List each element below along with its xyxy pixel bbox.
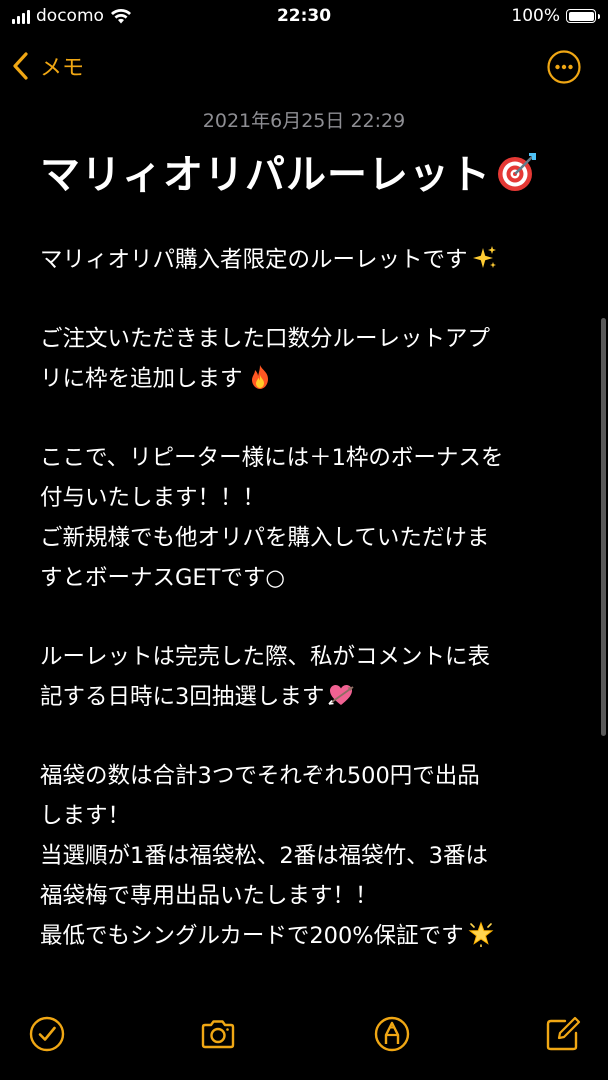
markup-button[interactable] — [372, 1014, 412, 1054]
signal-icon — [12, 8, 30, 24]
checklist-icon — [29, 1016, 65, 1052]
camera-icon — [201, 1020, 235, 1049]
body-line: すとボーナスGETです○ — [40, 565, 286, 591]
paragraph-2: ご注文いただきました口数分ルーレットアプ リに枠を追加します — [40, 319, 570, 399]
body-line: リに枠を追加します — [40, 366, 243, 392]
body-line: 最低でもシングルカードで200%保証です — [40, 923, 464, 949]
body-line: ご注文いただきました口数分ルーレットアプ — [40, 326, 491, 352]
battery-icon — [566, 9, 600, 23]
body-line: します！ — [40, 803, 131, 829]
more-options-icon[interactable] — [547, 50, 581, 84]
body-line: ご新規様でも他オリパを購入していただけま — [40, 525, 490, 551]
body-line: 当選順が1番は福袋松、2番は福袋竹、3番は — [40, 843, 488, 869]
wifi-icon — [110, 9, 131, 24]
chevron-left-icon — [13, 52, 28, 80]
paragraph-1: マリィオリパ購入者限定のルーレットです — [40, 240, 570, 280]
body-line: ここで、リピーター様には＋1枠のボーナスを — [40, 445, 504, 471]
body-line: マリィオリパ購入者限定のルーレットです — [40, 247, 468, 273]
scrollbar[interactable] — [601, 318, 606, 736]
status-bar: docomo 22:30 100% — [0, 0, 608, 34]
fire-icon — [251, 365, 268, 389]
battery-cap — [597, 13, 600, 19]
battery-fill — [568, 11, 594, 21]
body-line: ルーレットは完売した際、私がコメントに表 — [40, 644, 491, 670]
carrier-name: docomo — [36, 6, 104, 26]
status-left: docomo — [12, 6, 132, 26]
camera-button[interactable] — [198, 1014, 238, 1054]
heart-with-arrow-icon — [328, 685, 354, 705]
markup-icon — [374, 1016, 410, 1052]
body-line: 福袋の数は合計3つでそれぞれ500円で出品 — [40, 763, 480, 789]
notes-screen: docomo 22:30 100% メモ 2021年6月25日 22:29 マリ… — [0, 0, 608, 1080]
checklist-button[interactable] — [27, 1014, 67, 1054]
paragraph-3: ここで、リピーター様には＋1枠のボーナスを 付与いたします！！！ ご新規様でも他オリ… — [40, 438, 570, 598]
compose-icon — [546, 1016, 581, 1051]
note-date: 2021年6月25日 22:29 — [202, 110, 406, 132]
battery-percentage: 100% — [511, 6, 560, 26]
status-right: 100% — [511, 6, 600, 26]
back-button[interactable]: メモ — [10, 50, 84, 82]
body-line: 記する日時に3回抽選します — [40, 684, 325, 710]
paragraph-5: 福袋の数は合計3つでそれぞれ500円で出品 します！ 当選順が1番は福袋松、2番は福… — [40, 756, 570, 956]
direct-hit-icon — [498, 153, 536, 191]
glowing-star-icon — [468, 921, 494, 947]
body-line: 福袋梅で専用出品いたします！！ — [40, 883, 378, 909]
sparkles-icon — [472, 246, 496, 268]
compose-button[interactable] — [543, 1014, 583, 1054]
note-title-text: マリィオリパルーレット — [40, 152, 491, 198]
body-line: 付与いたします！！！ — [40, 485, 266, 511]
note-body[interactable]: マリィオリパ購入者限定のルーレットです ご注文いただきました口数分ルーレットアプ… — [40, 240, 570, 956]
paragraph-4: ルーレットは完売した際、私がコメントに表 記する日時に3回抽選します — [40, 637, 570, 717]
note-title[interactable]: マリィオリパルーレット — [40, 148, 588, 202]
back-button-label: メモ — [40, 56, 85, 81]
bottom-toolbar — [0, 990, 608, 1080]
